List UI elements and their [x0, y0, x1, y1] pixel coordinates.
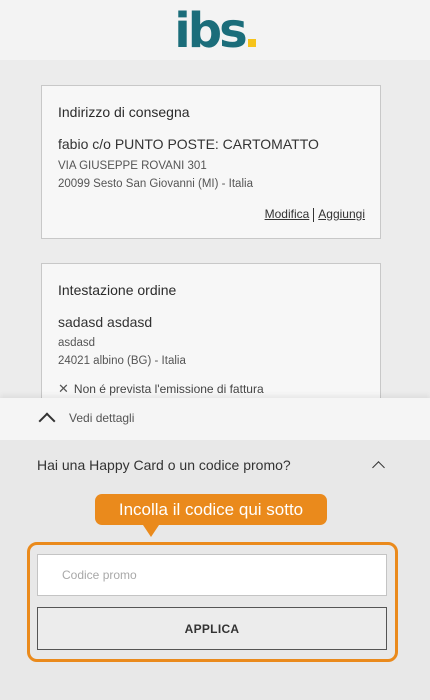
delivery-name: fabio c/o PUNTO POSTE: CARTOMATTO — [58, 136, 319, 152]
add-address-link[interactable]: Aggiungi — [318, 207, 365, 221]
delivery-links: Modifica Aggiungi — [265, 207, 365, 222]
invoice-note: ✕ Non é prevista l'emissione di fattura — [58, 381, 264, 397]
invoice-note-text: Non é prevista l'emissione di fattura — [73, 382, 264, 396]
billing-address-line-1: asdasd — [58, 337, 96, 349]
details-label: Vedi dettagli — [69, 411, 135, 425]
paste-code-tooltip: Incolla il codice qui sotto — [95, 494, 327, 525]
apply-button[interactable]: APPLICA — [37, 607, 387, 650]
promo-section: Hai una Happy Card o un codice promo? In… — [0, 440, 430, 700]
delivery-title: Indirizzo di consegna — [58, 104, 190, 120]
tooltip-text: Incolla il codice qui sotto — [118, 499, 304, 519]
billing-address-line-2: 24021 albino (BG) - Italia — [58, 355, 186, 367]
delivery-address-card: Indirizzo di consegna fabio c/o PUNTO PO… — [41, 85, 381, 239]
billing-card: Intestazione ordine sadasd asdasd asdasd… — [41, 263, 381, 413]
chevron-up-icon[interactable] — [372, 461, 385, 474]
header: ibs — [0, 0, 430, 60]
x-icon: ✕ — [58, 381, 69, 396]
logo-dot — [247, 39, 256, 47]
promo-question[interactable]: Hai una Happy Card o un codice promo? — [37, 457, 291, 473]
ibs-logo[interactable]: ibs — [174, 7, 256, 55]
billing-title: Intestazione ordine — [58, 282, 177, 298]
edit-address-link[interactable]: Modifica — [265, 207, 310, 221]
order-details-toggle[interactable]: Vedi dettagli — [0, 398, 430, 440]
chevron-up-icon — [38, 412, 56, 430]
delivery-address-line-2: 20099 Sesto San Giovanni (MI) - Italia — [58, 178, 253, 190]
link-separator — [313, 207, 315, 222]
billing-name: sadasd asdasd — [58, 314, 153, 330]
delivery-address-line-1: VIA GIUSEPPE ROVANI 301 — [58, 160, 207, 172]
tooltip-arrow — [143, 525, 159, 537]
logo-text: ibs — [174, 3, 247, 59]
promo-code-input[interactable] — [37, 554, 387, 596]
